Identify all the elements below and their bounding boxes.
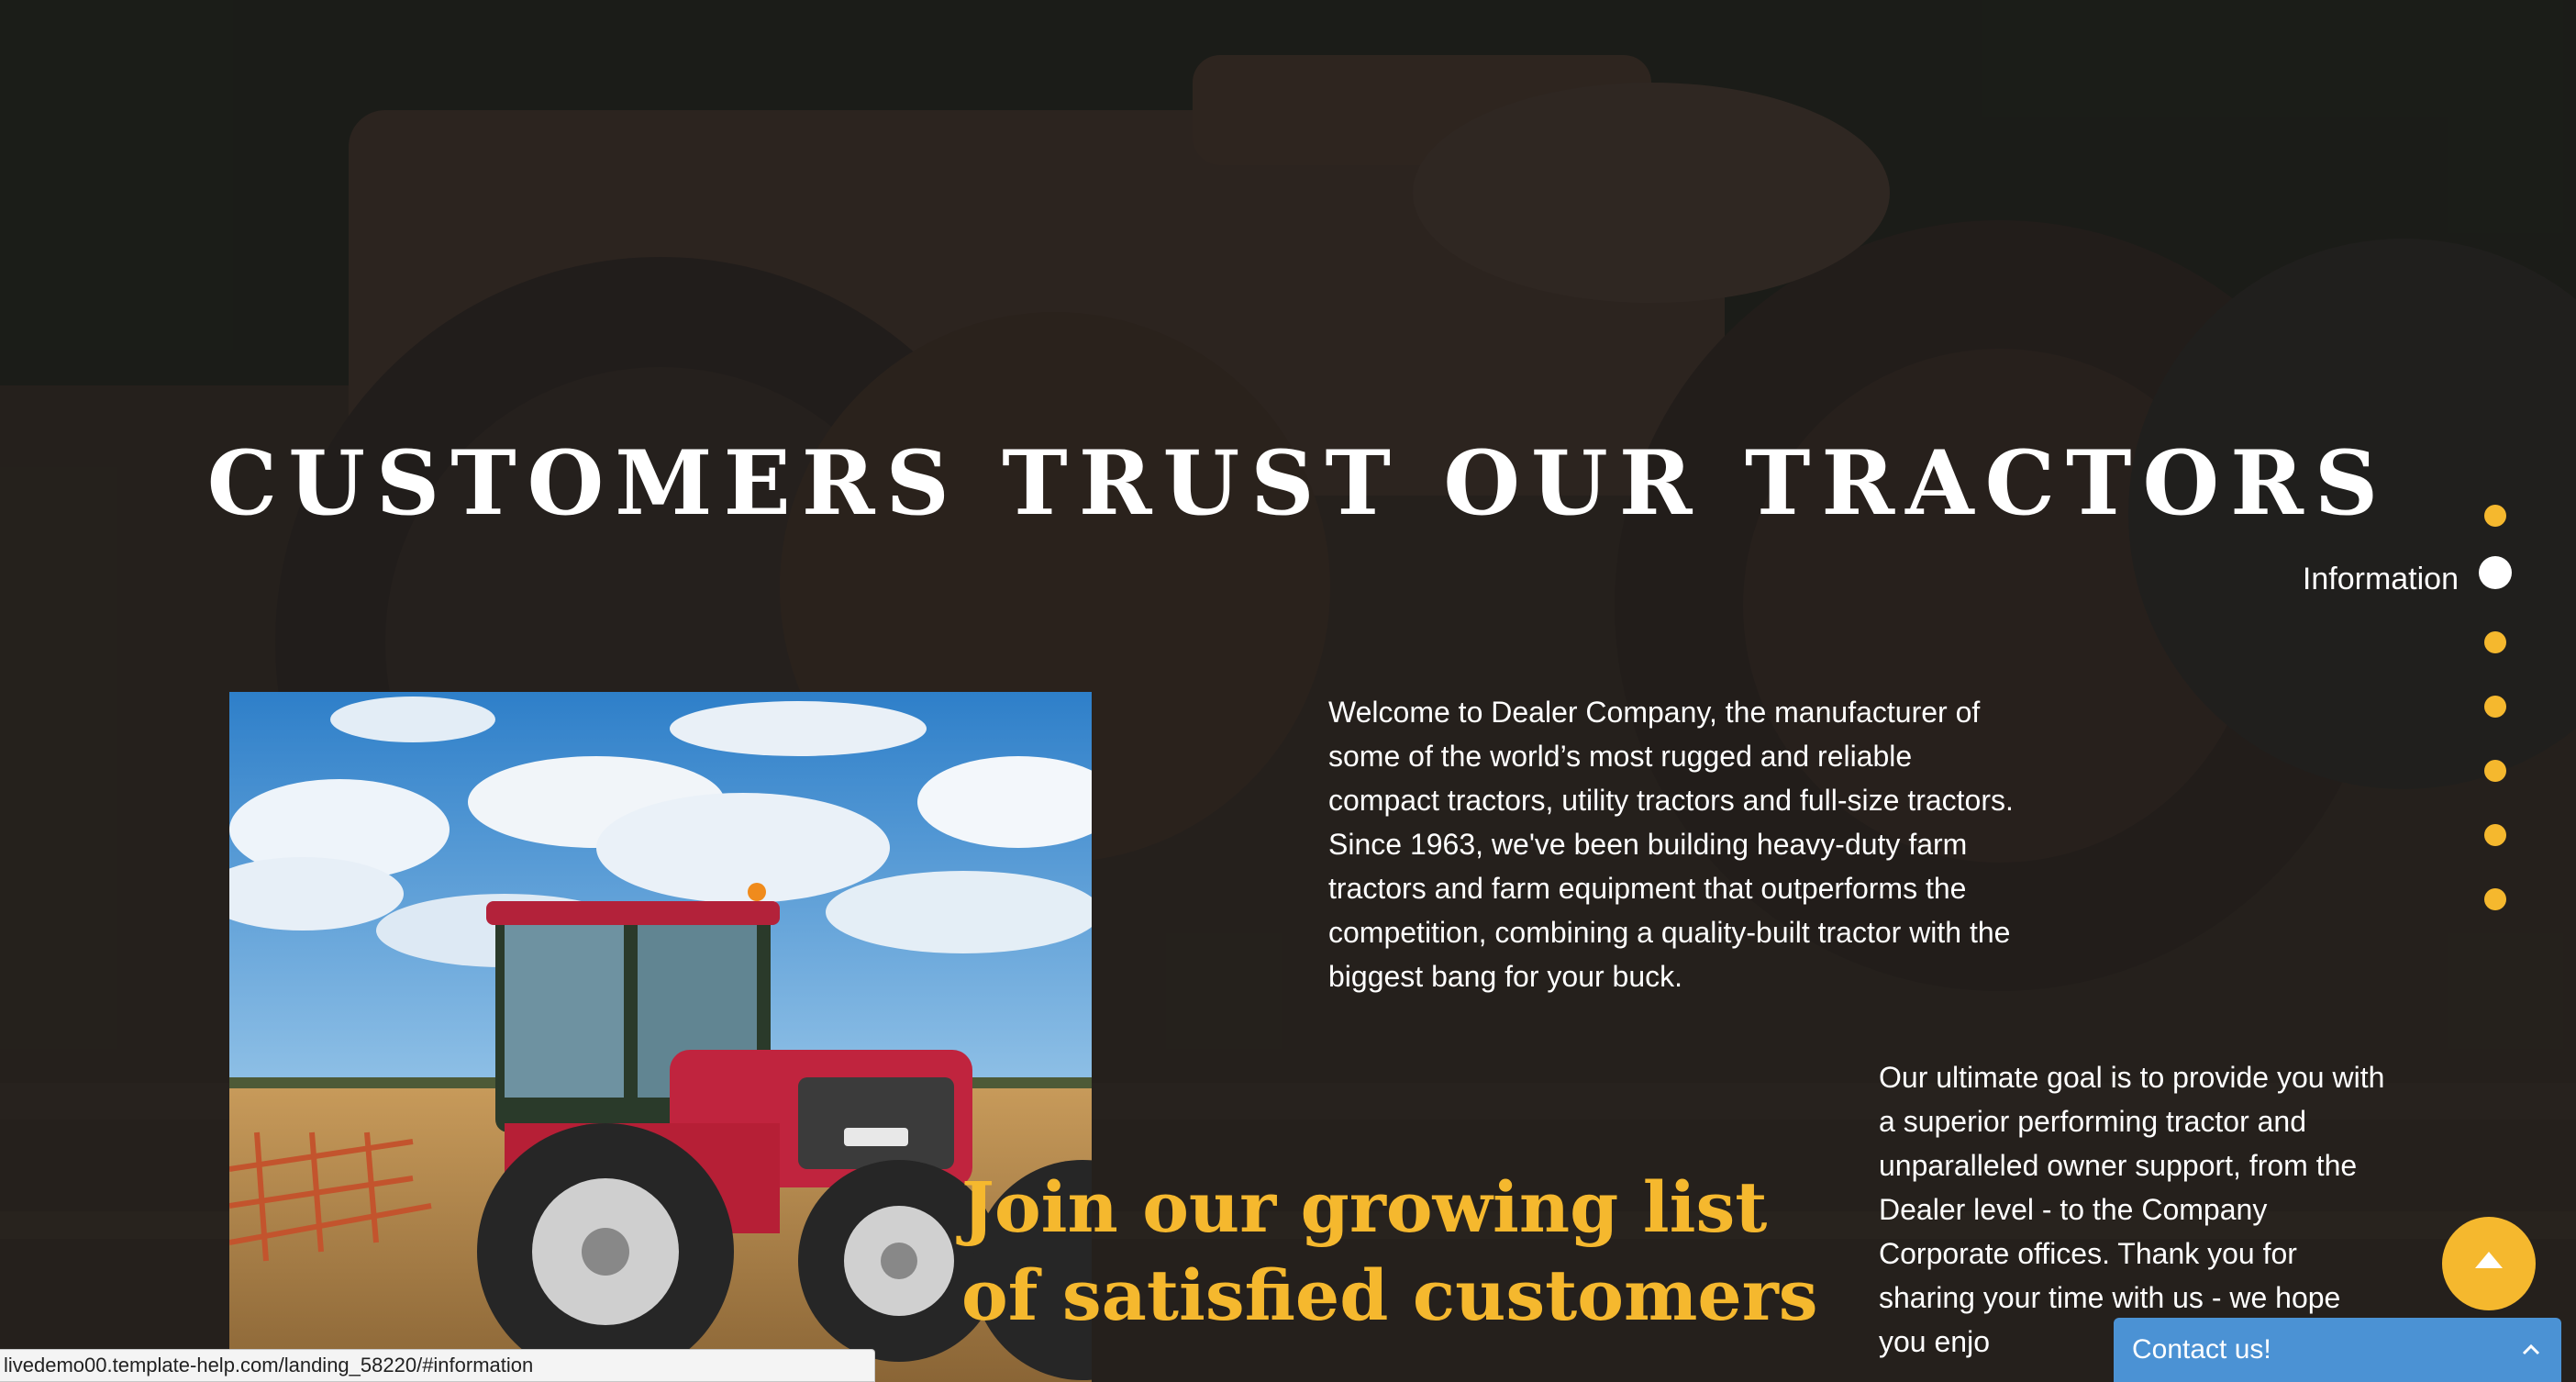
join-heading-line-2: of satisfied customers	[961, 1254, 1818, 1336]
nav-dot-3[interactable]	[2484, 631, 2506, 653]
browser-status-url: livedemo00.template-help.com/landing_582…	[0, 1349, 875, 1382]
nav-dot-1[interactable]	[2484, 505, 2506, 527]
nav-dot-5[interactable]	[2484, 760, 2506, 782]
intro-paragraph: Welcome to Dealer Company, the manufactu…	[1328, 696, 2014, 993]
nav-dot-6[interactable]	[2484, 824, 2506, 846]
contact-widget-label: Contact us!	[2132, 1334, 2271, 1365]
join-customers-heading: Join our growing list of satisfied custo…	[961, 1164, 1824, 1340]
arrow-up-icon	[2475, 1252, 2503, 1268]
chevron-up-icon	[2522, 1343, 2540, 1355]
section-title: CUSTOMERS TRUST OUR TRACTORS	[206, 431, 2390, 535]
nav-dot-information[interactable]	[2479, 556, 2512, 589]
nav-dot-7[interactable]	[2484, 888, 2506, 910]
dot-nav-active-label: Information	[2302, 562, 2459, 596]
dot-navigation	[2477, 505, 2514, 927]
join-heading-line-1: Join our growing list	[961, 1166, 1768, 1248]
nav-dot-4[interactable]	[2484, 696, 2506, 718]
contact-widget-bar[interactable]: Contact us!	[2114, 1318, 2561, 1382]
scroll-to-top-button[interactable]	[2442, 1217, 2536, 1310]
